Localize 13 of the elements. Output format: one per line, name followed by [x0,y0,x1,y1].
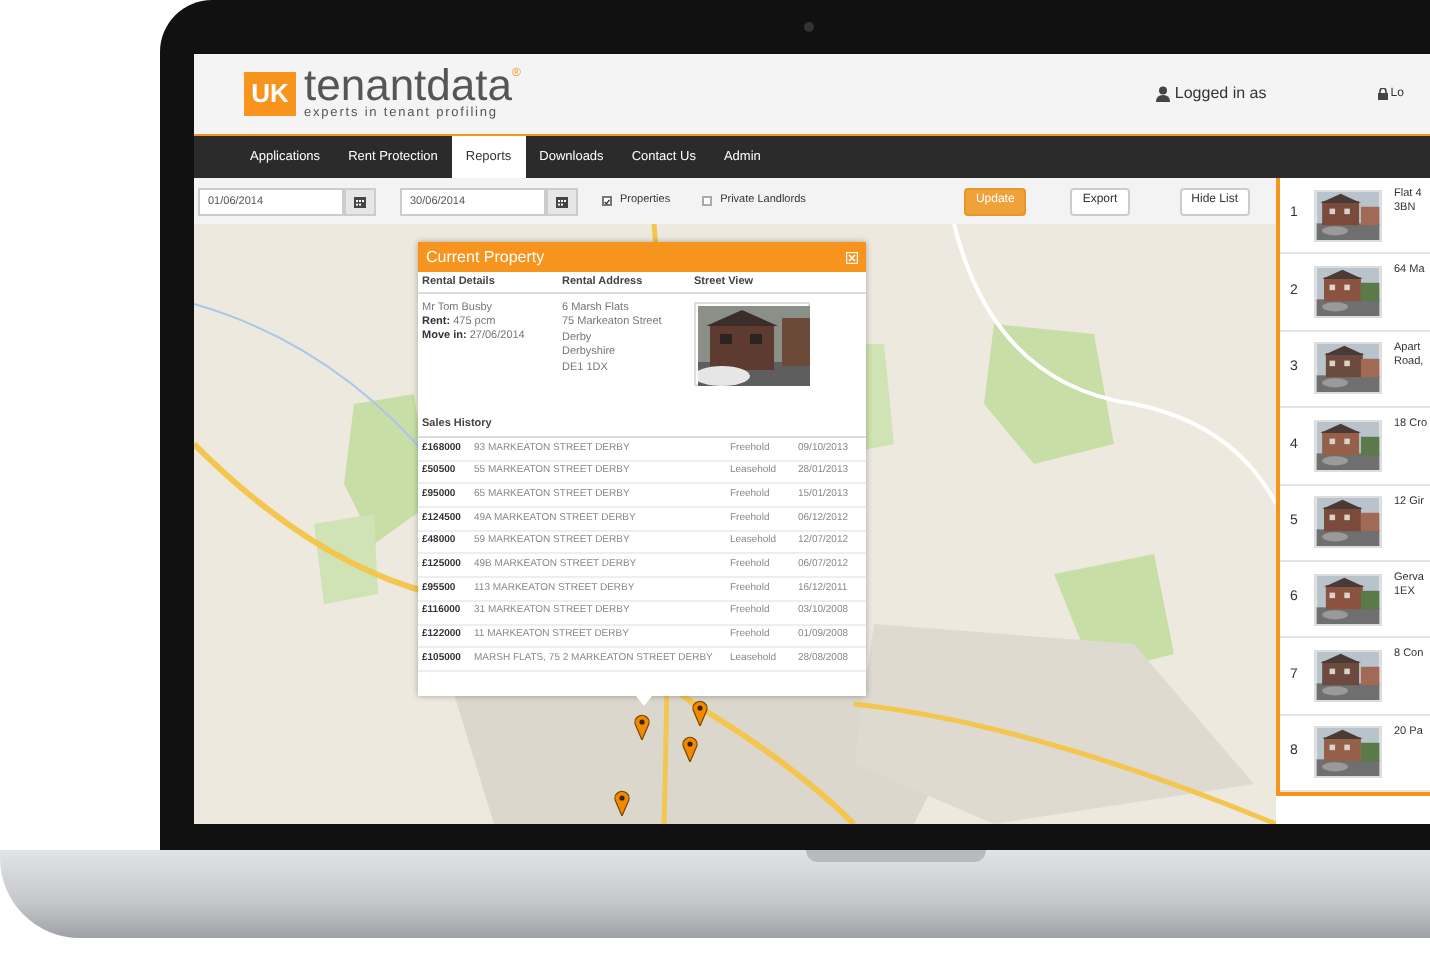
logged-in-text: Logged in as [1174,82,1267,106]
checkbox[interactable] [702,196,713,206]
calendar-icon [354,195,366,207]
camera-icon [804,22,814,32]
lock-icon [1378,88,1389,100]
logo-badge: UK [244,72,296,116]
checkbox[interactable] [602,196,612,206]
check-icon [604,197,610,205]
user-icon [1156,86,1171,102]
calendar-icon [556,195,568,207]
calendar-button[interactable] [546,187,578,215]
logo-text: tenantdata [304,66,512,106]
calendar-button[interactable] [344,187,376,215]
